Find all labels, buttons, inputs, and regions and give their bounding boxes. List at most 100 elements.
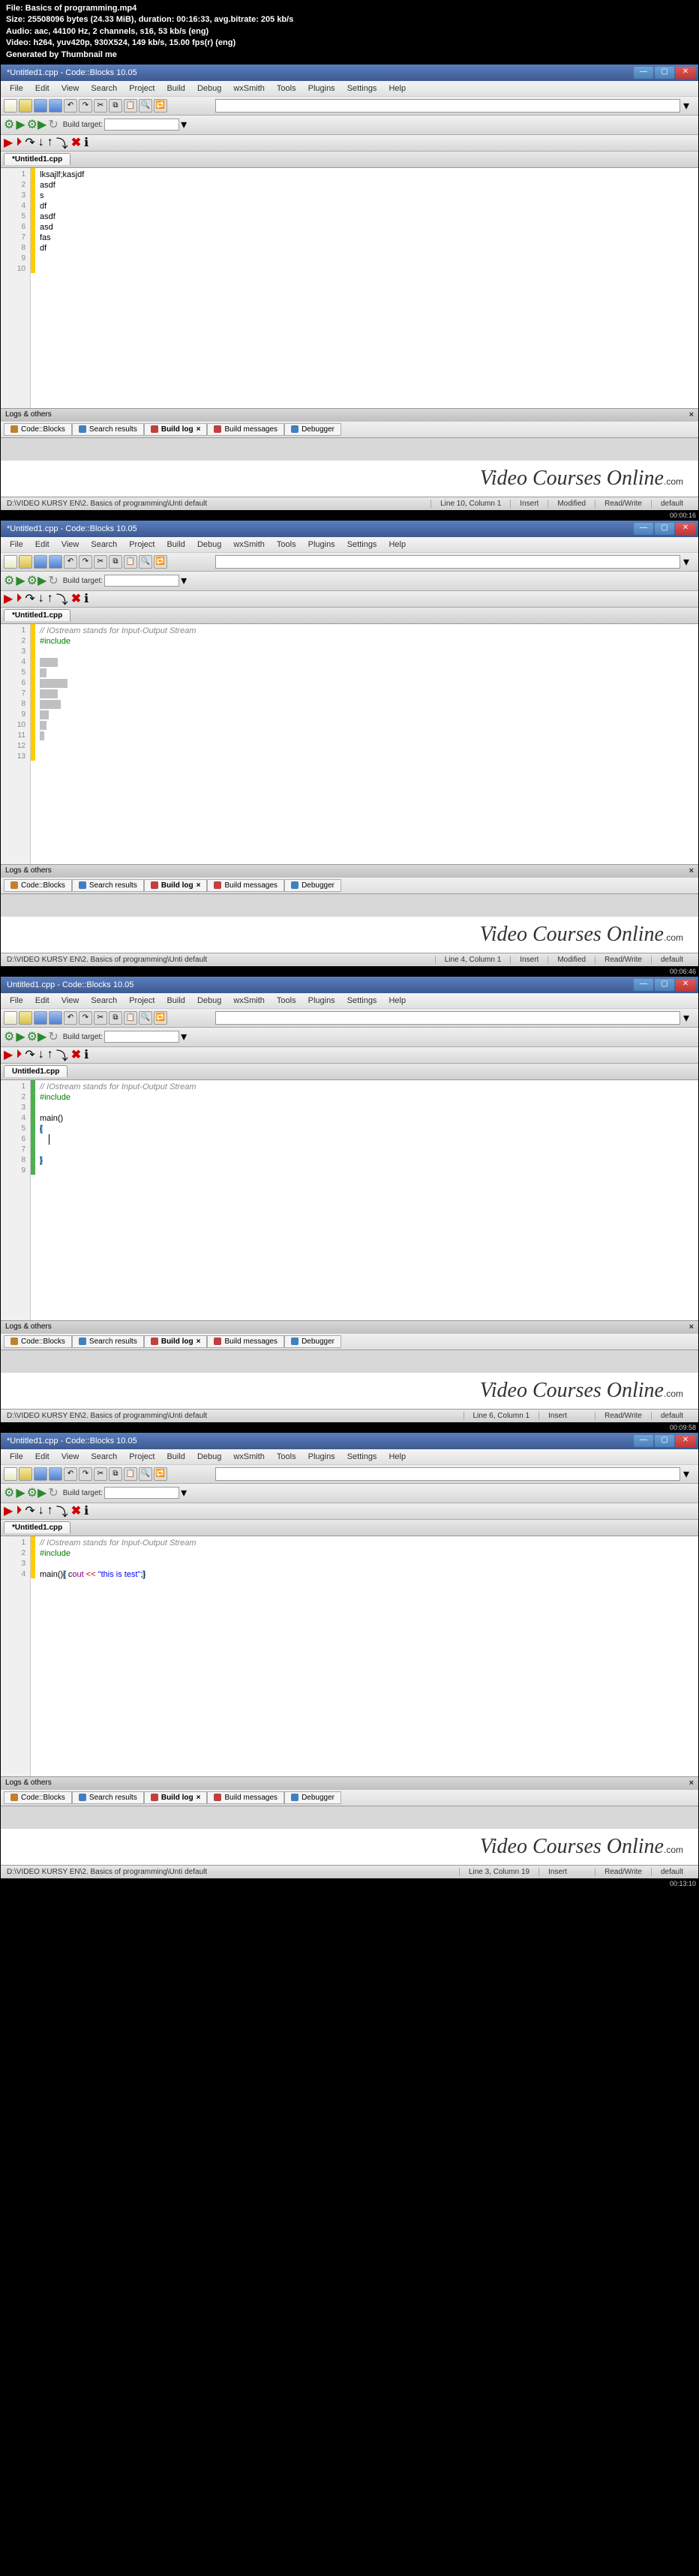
minimize-button[interactable]: — (634, 67, 653, 79)
minimize-button[interactable]: — (634, 979, 653, 991)
close-button[interactable]: ✕ (676, 1435, 695, 1447)
log-tab-code-blocks[interactable]: Code::Blocks (4, 1335, 72, 1348)
run-icon[interactable]: ▶ (16, 1485, 25, 1500)
step-over-icon[interactable]: ↷ (25, 1503, 34, 1518)
undo-icon[interactable]: ↶ (64, 1011, 77, 1025)
file-tab[interactable]: *Untitled1.cpp (4, 609, 70, 621)
log-tab-debugger[interactable]: Debugger (284, 1335, 341, 1348)
logs-close-icon[interactable]: × (689, 410, 694, 420)
menu-project[interactable]: Project (124, 1451, 159, 1463)
build-target-input[interactable] (104, 1031, 179, 1043)
stop-debug-icon[interactable]: ✖ (71, 135, 81, 150)
open-file-icon[interactable] (19, 555, 32, 569)
undo-icon[interactable]: ↶ (64, 99, 77, 113)
debug-run-icon[interactable]: ▶ (4, 591, 13, 606)
save-icon[interactable] (34, 1011, 47, 1025)
copy-icon[interactable]: ⧉ (109, 1011, 122, 1025)
undo-icon[interactable]: ↶ (64, 1467, 77, 1481)
step-into-icon[interactable]: ↓ (38, 1504, 44, 1518)
menu-plugins[interactable]: Plugins (304, 539, 340, 551)
save-all-icon[interactable] (49, 1467, 62, 1481)
menu-help[interactable]: Help (384, 83, 410, 95)
log-tab-debugger[interactable]: Debugger (284, 423, 341, 436)
menu-wxsmith[interactable]: wxSmith (229, 995, 269, 1007)
code-editor[interactable]: 12345678910111213 // IOstream stands for… (1, 624, 698, 864)
logs-header[interactable]: Logs & others × (1, 1320, 698, 1334)
cut-icon[interactable]: ✂ (94, 1011, 107, 1025)
find-icon[interactable]: 🔍 (139, 1467, 152, 1481)
menu-tools[interactable]: Tools (272, 83, 301, 95)
build-icon[interactable]: ⚙ (4, 1029, 14, 1044)
log-tab-build-log[interactable]: Build log × (144, 879, 208, 892)
paste-icon[interactable]: 📋 (124, 555, 137, 569)
step-out-icon[interactable]: ↑ (47, 136, 53, 149)
paste-icon[interactable]: 📋 (124, 1011, 137, 1025)
logs-header[interactable]: Logs & others × (1, 1776, 698, 1790)
cut-icon[interactable]: ✂ (94, 99, 107, 113)
cut-icon[interactable]: ✂ (94, 555, 107, 569)
log-tab-build-messages[interactable]: Build messages (207, 423, 284, 436)
step-instruction-icon[interactable]: ⤵ (56, 134, 68, 152)
log-tab-code-blocks[interactable]: Code::Blocks (4, 423, 72, 436)
save-icon[interactable] (34, 1467, 47, 1481)
step-into-icon[interactable]: ↓ (38, 136, 44, 149)
log-tab-build-log[interactable]: Build log × (144, 1335, 208, 1348)
build-target-input[interactable] (104, 575, 179, 587)
build-icon[interactable]: ⚙ (4, 1485, 14, 1500)
rebuild-icon[interactable]: ↻ (48, 1029, 58, 1044)
cut-icon[interactable]: ✂ (94, 1467, 107, 1481)
code-text[interactable]: lksajlf;kasjdfasdfsdfasdfasdfasdf (35, 168, 88, 408)
code-editor[interactable]: 1234 // IOstream stands for Input-Output… (1, 1536, 698, 1776)
menu-plugins[interactable]: Plugins (304, 1451, 340, 1463)
menu-settings[interactable]: Settings (343, 995, 382, 1007)
menu-view[interactable]: View (57, 83, 84, 95)
step-over-icon[interactable]: ↷ (25, 1047, 34, 1062)
debug-continue-icon[interactable]: ⏵ (16, 1504, 22, 1518)
logs-close-icon[interactable]: × (689, 1323, 694, 1332)
menu-wxsmith[interactable]: wxSmith (229, 83, 269, 95)
log-tab-build-log[interactable]: Build log × (144, 423, 208, 436)
menu-help[interactable]: Help (384, 1451, 410, 1463)
menu-file[interactable]: File (5, 83, 28, 95)
replace-icon[interactable]: 🔁 (154, 1011, 167, 1025)
menu-help[interactable]: Help (384, 995, 410, 1007)
debug-run-icon[interactable]: ▶ (4, 1047, 13, 1062)
save-icon[interactable] (34, 99, 47, 113)
search-input[interactable] (215, 1467, 680, 1481)
step-out-icon[interactable]: ↑ (47, 1504, 53, 1518)
log-tab-build-messages[interactable]: Build messages (207, 879, 284, 892)
file-tab[interactable]: *Untitled1.cpp (4, 1521, 70, 1533)
redo-icon[interactable]: ↷ (79, 1467, 92, 1481)
menu-edit[interactable]: Edit (31, 995, 54, 1007)
menu-project[interactable]: Project (124, 539, 159, 551)
close-icon[interactable]: × (196, 1338, 201, 1346)
log-tab-search-results[interactable]: Search results (72, 1791, 144, 1804)
step-instruction-icon[interactable]: ⤵ (56, 1046, 68, 1064)
log-tab-search-results[interactable]: Search results (72, 879, 144, 892)
replace-icon[interactable]: 🔁 (154, 1467, 167, 1481)
search-input[interactable] (215, 1011, 680, 1025)
menu-view[interactable]: View (57, 539, 84, 551)
debug-continue-icon[interactable]: ⏵ (16, 1048, 22, 1061)
menu-settings[interactable]: Settings (343, 539, 382, 551)
new-file-icon[interactable] (4, 555, 17, 569)
replace-icon[interactable]: 🔁 (154, 555, 167, 569)
minimize-button[interactable]: — (634, 523, 653, 535)
copy-icon[interactable]: ⧉ (109, 99, 122, 113)
build-target-input[interactable] (104, 119, 179, 131)
paste-icon[interactable]: 📋 (124, 99, 137, 113)
logs-header[interactable]: Logs & others × (1, 408, 698, 422)
log-tab-debugger[interactable]: Debugger (284, 1791, 341, 1804)
save-icon[interactable] (34, 555, 47, 569)
save-all-icon[interactable] (49, 1011, 62, 1025)
menu-wxsmith[interactable]: wxSmith (229, 1451, 269, 1463)
build-run-icon[interactable]: ⚙▶ (27, 1485, 47, 1500)
menu-edit[interactable]: Edit (31, 539, 54, 551)
save-all-icon[interactable] (49, 555, 62, 569)
debug-run-icon[interactable]: ▶ (4, 1503, 13, 1518)
menu-debug[interactable]: Debug (193, 995, 226, 1007)
debug-continue-icon[interactable]: ⏵ (16, 136, 22, 149)
menu-search[interactable]: Search (86, 83, 122, 95)
rebuild-icon[interactable]: ↻ (48, 117, 58, 132)
debug-run-icon[interactable]: ▶ (4, 135, 13, 150)
